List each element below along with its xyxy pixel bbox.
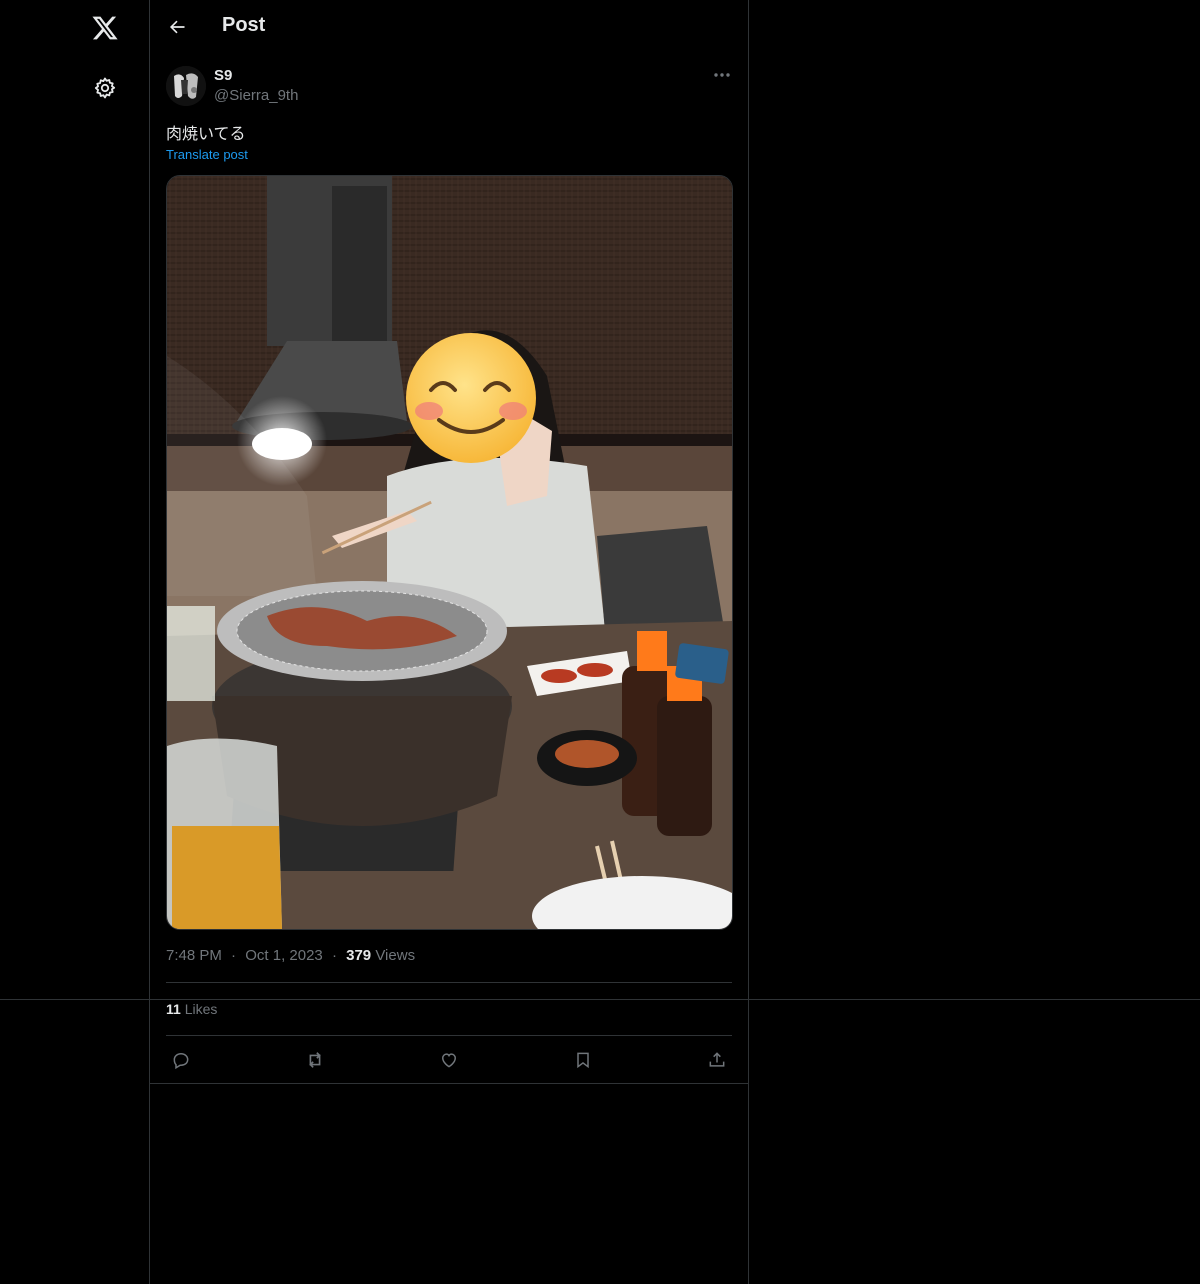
avatar[interactable] (166, 66, 206, 106)
right-divider (748, 0, 749, 1284)
actions-divider (150, 1083, 748, 1084)
post-date[interactable]: Oct 1, 2023 (245, 947, 323, 964)
author-handle[interactable]: @Sierra_9th (214, 87, 298, 104)
translate-post-link[interactable]: Translate post (166, 147, 248, 162)
arrow-left-icon (169, 20, 185, 34)
author-name[interactable]: S9 (214, 67, 232, 84)
separator: · (331, 947, 337, 964)
likes-stat[interactable]: 11 Likes (166, 1001, 217, 1017)
heart-icon (441, 1053, 457, 1068)
more-button[interactable] (708, 64, 736, 86)
views-count: 379 (346, 947, 372, 964)
reply-button[interactable] (166, 1045, 196, 1075)
left-divider (149, 0, 150, 1284)
repost-icon (309, 1052, 321, 1068)
post-time[interactable]: 7:48 PM (166, 947, 222, 964)
viewport-divider (0, 999, 1200, 1000)
gear-icon[interactable] (88, 71, 122, 105)
bookmark-button[interactable] (568, 1045, 598, 1075)
like-button[interactable] (434, 1045, 464, 1075)
share-button[interactable] (702, 1045, 732, 1075)
repost-button[interactable] (300, 1045, 330, 1075)
photo-illustration (167, 176, 732, 929)
post-text: 肉焼いてる (166, 124, 246, 143)
likes-divider (166, 1035, 732, 1036)
share-icon (709, 1052, 725, 1067)
page-title: Post (222, 14, 266, 36)
separator: · (231, 947, 237, 964)
more-horizontal-icon (714, 73, 730, 77)
post-image[interactable] (166, 175, 733, 930)
likes-label: Likes (184, 1001, 218, 1017)
post-meta: 7:48 PM · Oct 1, 2023 · 379 Views (166, 947, 415, 964)
views-label: Views (375, 947, 416, 964)
meta-divider (166, 982, 732, 983)
reply-icon (173, 1052, 189, 1070)
bookmark-icon (577, 1052, 589, 1069)
likes-count: 11 (166, 1001, 181, 1017)
x-logo-icon[interactable] (85, 8, 125, 48)
back-button[interactable] (160, 10, 194, 44)
